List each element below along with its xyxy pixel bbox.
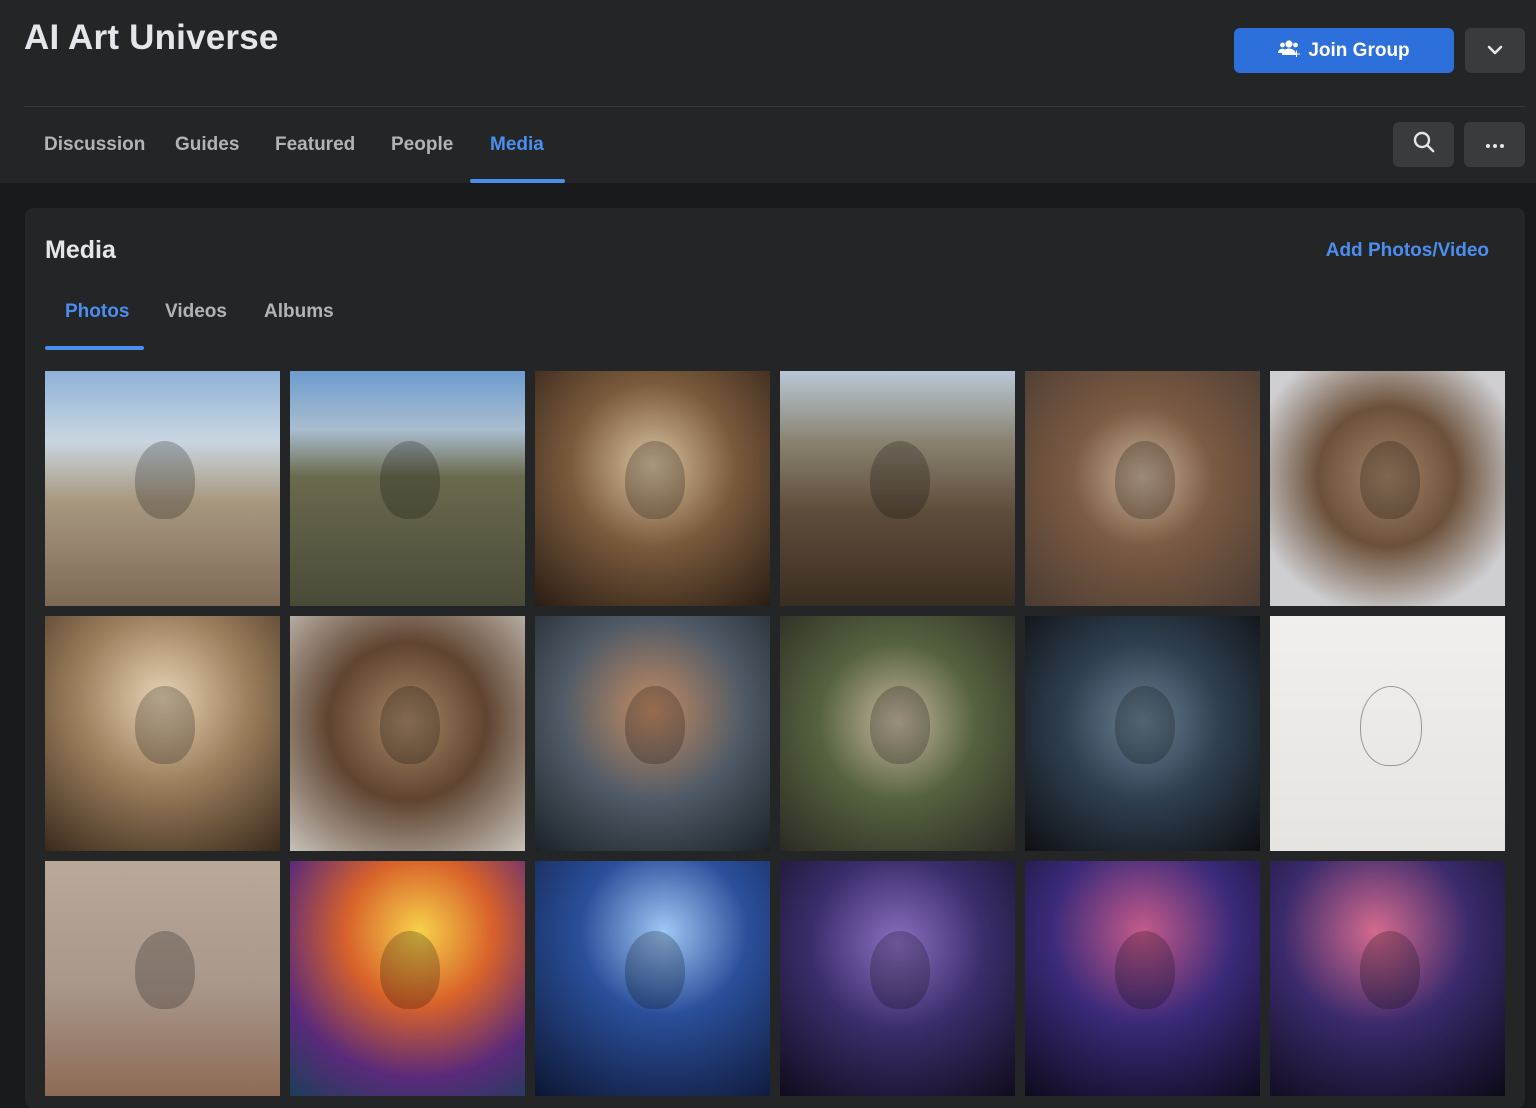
photo-subject: [380, 686, 440, 764]
photo-subject: [380, 931, 440, 1009]
header-divider: [24, 106, 1525, 107]
photo-throne-of-faces[interactable]: [45, 616, 280, 851]
tab-discussion[interactable]: Discussion: [44, 122, 145, 183]
photo-stadium-faces[interactable]: [290, 371, 525, 606]
join-group-label: Join Group: [1308, 39, 1410, 61]
photo-crowd-stadium-walls[interactable]: [45, 371, 280, 606]
photo-subject: [870, 931, 930, 1009]
photo-subject: [1115, 931, 1175, 1009]
group-name: AI Art Universe: [24, 18, 279, 57]
photo-child-window-creatures[interactable]: [780, 861, 1015, 1096]
join-group-button[interactable]: Join Group: [1234, 28, 1454, 73]
photo-subject: [1360, 686, 1422, 766]
tab-media[interactable]: Media: [490, 122, 544, 183]
subtab-photos[interactable]: Photos: [65, 301, 129, 323]
photo-moss-head[interactable]: [780, 616, 1015, 851]
photo-subject: [625, 931, 685, 1009]
search-button[interactable]: [1393, 122, 1454, 167]
photo-cyborg-portrait[interactable]: [535, 616, 770, 851]
group-options-dropdown-button[interactable]: [1465, 28, 1525, 73]
photo-face-tree-street[interactable]: [1025, 371, 1260, 606]
photo-guitarist-desert[interactable]: [45, 861, 280, 1096]
tab-guides[interactable]: Guides: [175, 122, 239, 183]
photo-face-pile-hall[interactable]: [290, 616, 525, 851]
more-icon: [1485, 136, 1505, 154]
photo-child-window-cosmos[interactable]: [535, 861, 770, 1096]
photo-subject: [1360, 441, 1420, 519]
tab-featured[interactable]: Featured: [275, 122, 355, 183]
photo-subject: [870, 686, 930, 764]
more-options-button[interactable]: [1464, 122, 1525, 167]
photo-subject: [625, 686, 685, 764]
photo-subject: [135, 686, 195, 764]
tab-people[interactable]: People: [391, 122, 453, 183]
search-icon: [1413, 131, 1435, 158]
subtab-albums[interactable]: Albums: [264, 301, 334, 323]
photo-subject: [870, 441, 930, 519]
media-section-title: Media: [45, 236, 116, 264]
photo-child-window-spider[interactable]: [1270, 861, 1505, 1096]
photo-subject: [380, 441, 440, 519]
photo-root-sculpture-workers[interactable]: [535, 371, 770, 606]
photo-subject: [135, 931, 195, 1009]
photo-blue-stone-head[interactable]: [1025, 616, 1260, 851]
add-photos-video-link[interactable]: Add Photos/Video: [1326, 240, 1489, 262]
active-tab-indicator: [470, 179, 565, 183]
photo-subject: [1360, 931, 1420, 1009]
chevron-down-icon: [1487, 42, 1503, 60]
active-subtab-indicator: [45, 346, 144, 350]
photo-root-head-plaza[interactable]: [1270, 371, 1505, 606]
photo-subject: [135, 441, 195, 519]
photo-subject: [1115, 686, 1175, 764]
photo-child-window-nebula[interactable]: [1025, 861, 1260, 1096]
subtab-videos[interactable]: Videos: [165, 301, 227, 323]
photo-root-wasteland[interactable]: [780, 371, 1015, 606]
photo-subject: [625, 441, 685, 519]
photo-subject: [1115, 441, 1175, 519]
photo-grid: [45, 371, 1505, 1096]
photo-guitar-sketch[interactable]: [1270, 616, 1505, 851]
people-icon: [1278, 39, 1301, 63]
photo-dancing-forest[interactable]: [290, 861, 525, 1096]
